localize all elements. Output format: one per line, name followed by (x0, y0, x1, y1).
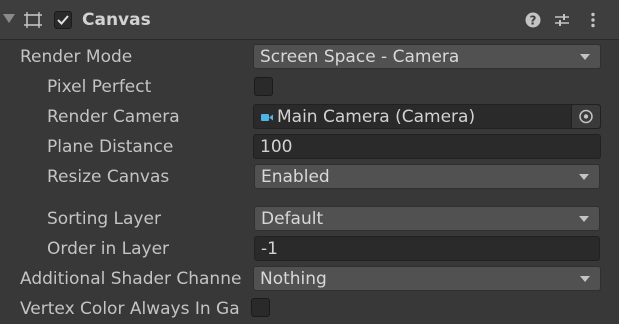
dropdown-arrow-icon (579, 216, 589, 222)
additional-shader-channels-dropdown[interactable]: Nothing (253, 266, 601, 291)
more-icon[interactable] (584, 11, 602, 29)
vertex-color-gamma-checkbox[interactable] (251, 298, 270, 317)
order-in-layer-input[interactable]: -1 (254, 236, 600, 261)
resize-canvas-value: Enabled (261, 167, 330, 187)
plane-distance-value: 100 (260, 137, 293, 157)
component-enabled-checkbox[interactable] (54, 11, 72, 29)
order-in-layer-value: -1 (261, 239, 278, 259)
render-camera-row: Render Camera Main Camera (Camera) (0, 102, 619, 132)
checkmark-icon (57, 15, 69, 25)
resize-canvas-dropdown[interactable]: Enabled (254, 164, 600, 189)
render-mode-row: Render Mode Screen Space - Camera (0, 42, 619, 72)
render-camera-field[interactable]: Main Camera (Camera) (253, 104, 601, 129)
plane-distance-row: Plane Distance 100 (0, 132, 619, 162)
camera-icon (261, 114, 273, 121)
additional-shader-channels-value: Nothing (260, 269, 327, 289)
render-mode-value: Screen Space - Camera (260, 47, 460, 67)
additional-shader-channels-row: Additional Shader Channe Nothing (0, 264, 619, 294)
dropdown-arrow-icon (579, 174, 589, 180)
dropdown-arrow-icon (580, 276, 590, 282)
plane-distance-label: Plane Distance (47, 137, 174, 157)
vertex-color-gamma-label: Vertex Color Always In Ga (20, 299, 240, 319)
additional-shader-channels-label: Additional Shader Channe (20, 269, 242, 289)
foldout-arrow-icon[interactable] (3, 14, 15, 23)
object-picker-button[interactable] (571, 105, 600, 128)
render-mode-label: Render Mode (20, 47, 133, 67)
render-camera-label: Render Camera (47, 107, 180, 127)
component-title: Canvas (82, 10, 151, 30)
svg-text:?: ? (530, 14, 537, 28)
pixel-perfect-row: Pixel Perfect (0, 72, 619, 102)
order-in-layer-label: Order in Layer (47, 239, 170, 259)
render-camera-value: Main Camera (Camera) (277, 107, 476, 127)
sorting-layer-row: Sorting Layer Default (0, 204, 619, 234)
dropdown-arrow-icon (580, 54, 590, 60)
sorting-layer-label: Sorting Layer (47, 209, 161, 229)
plane-distance-input[interactable]: 100 (253, 134, 601, 159)
render-mode-dropdown[interactable]: Screen Space - Camera (253, 44, 601, 69)
resize-canvas-label: Resize Canvas (47, 167, 170, 187)
component-header[interactable]: Canvas ? (0, 0, 619, 40)
sorting-layer-dropdown[interactable]: Default (254, 206, 600, 231)
pixel-perfect-checkbox[interactable] (254, 77, 273, 96)
pixel-perfect-label: Pixel Perfect (47, 77, 152, 97)
presets-icon[interactable] (553, 11, 571, 29)
canvas-component-icon (24, 12, 42, 28)
resize-canvas-row: Resize Canvas Enabled (0, 162, 619, 192)
sorting-layer-value: Default (261, 209, 324, 229)
object-picker-icon (579, 109, 593, 124)
order-in-layer-row: Order in Layer -1 (0, 234, 619, 264)
help-icon[interactable]: ? (524, 11, 542, 29)
